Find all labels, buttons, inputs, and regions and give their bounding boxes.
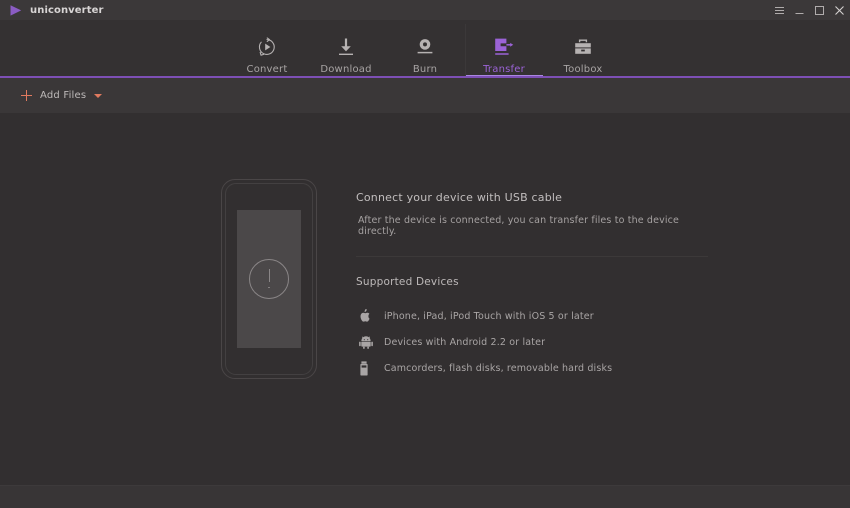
- transfer-device-icon: [493, 37, 515, 57]
- android-robot-icon: [356, 333, 378, 351]
- plus-icon: [21, 90, 32, 101]
- nav-tab-toolbox[interactable]: Toolbox: [544, 20, 623, 78]
- toolbox-icon: [573, 37, 593, 57]
- nav-tab-label: Burn: [413, 64, 437, 75]
- phone-outline-illustration: [221, 179, 317, 379]
- brand: uniconverter: [0, 4, 104, 17]
- window-controls: [774, 0, 845, 20]
- connect-subtitle: After the device is connected, you can t…: [358, 215, 708, 237]
- nav-tab-label: Transfer: [483, 64, 525, 75]
- supported-devices-list: iPhone, iPad, iPod Touch with iOS 5 or l…: [356, 303, 708, 381]
- app-title: uniconverter: [30, 5, 104, 16]
- nav-tab-label: Convert: [247, 64, 288, 75]
- main-navigation: Convert Download: [0, 20, 850, 78]
- phone-inner-outline: [225, 183, 313, 375]
- minimize-icon[interactable]: [794, 5, 805, 16]
- connect-title: Connect your device with USB cable: [356, 191, 708, 204]
- maximize-icon[interactable]: [814, 5, 825, 16]
- list-item-label: Devices with Android 2.2 or later: [384, 337, 545, 348]
- play-triangle-logo: [9, 4, 23, 17]
- nav-tab-burn[interactable]: Burn: [386, 20, 465, 78]
- add-files-label: Add Files: [40, 90, 86, 101]
- phone-screen: [237, 210, 301, 348]
- nav-tab-convert[interactable]: Convert: [228, 20, 307, 78]
- main-content: Connect your device with USB cable After…: [0, 113, 850, 485]
- empty-state: Connect your device with USB cable After…: [0, 113, 850, 485]
- info-panel: Connect your device with USB cable After…: [356, 191, 708, 381]
- close-icon[interactable]: [834, 5, 845, 16]
- application-window: uniconverter: [0, 0, 850, 508]
- nav-tab-transfer[interactable]: Transfer: [465, 20, 544, 78]
- nav-tab-label: Download: [320, 64, 371, 75]
- exclamation-circle-icon: [249, 259, 289, 299]
- list-item-label: Camcorders, flash disks, removable hard …: [384, 363, 612, 374]
- list-item: iPhone, iPad, iPod Touch with iOS 5 or l…: [356, 303, 708, 329]
- download-arrow-icon: [336, 37, 356, 57]
- nav-tab-label: Toolbox: [564, 64, 603, 75]
- chevron-down-icon[interactable]: [94, 94, 102, 98]
- list-item: Devices with Android 2.2 or later: [356, 329, 708, 355]
- toolbar: Add Files: [0, 78, 850, 113]
- add-files-button[interactable]: Add Files: [21, 90, 86, 101]
- hamburger-menu-icon[interactable]: [774, 5, 785, 16]
- title-bar: uniconverter: [0, 0, 850, 20]
- list-item: Camcorders, flash disks, removable hard …: [356, 355, 708, 381]
- convert-refresh-play-icon: [257, 37, 277, 57]
- apple-logo-icon: [356, 307, 378, 325]
- section-divider: [356, 256, 708, 257]
- nav-tab-download[interactable]: Download: [307, 20, 386, 78]
- list-item-label: iPhone, iPad, iPod Touch with iOS 5 or l…: [384, 311, 594, 322]
- supported-devices-title: Supported Devices: [356, 276, 708, 288]
- status-bar: [0, 485, 850, 508]
- burn-disc-icon: [415, 37, 435, 57]
- usb-flash-drive-icon: [356, 359, 378, 377]
